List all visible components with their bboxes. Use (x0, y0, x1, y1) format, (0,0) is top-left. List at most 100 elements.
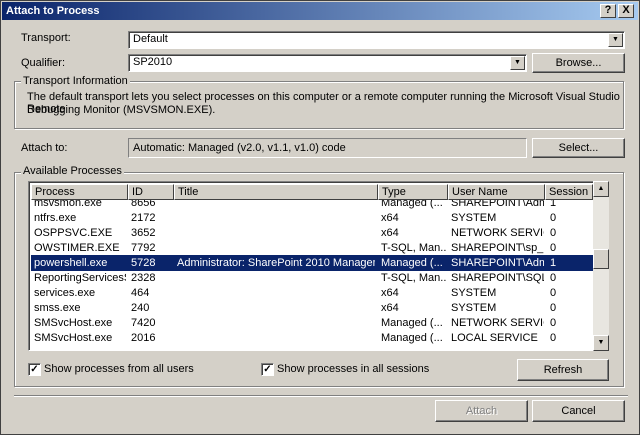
chevron-down-icon[interactable]: ▼ (510, 56, 525, 70)
close-icon[interactable]: X (618, 4, 634, 18)
cell-session: 1 (550, 257, 557, 269)
cell-session: 0 (550, 227, 557, 239)
transport-dropdown[interactable]: Default ▼ (128, 31, 625, 49)
attach-button[interactable]: Attach (435, 400, 528, 422)
cell-title (177, 285, 375, 301)
column-header-type[interactable]: Type (378, 184, 448, 200)
cell-process: powershell.exe (34, 257, 108, 269)
cell-session: 0 (550, 272, 557, 284)
process-row[interactable]: smss.exe 240 x64 SYSTEM 0 (31, 300, 593, 316)
cell-id: 2328 (131, 272, 156, 284)
process-row[interactable]: ntfrs.exe 2172 x64 SYSTEM 0 (31, 210, 593, 226)
cell-process: ReportingServicesS... (34, 272, 126, 284)
show-all-sessions-checkbox[interactable]: ✓ (261, 363, 274, 376)
select-button[interactable]: Select... (532, 138, 625, 158)
cell-user-name: NETWORK SERVICE (451, 317, 544, 329)
help-icon[interactable]: ? (600, 4, 616, 18)
cell-process: OWSTIMER.EXE (34, 242, 120, 254)
cell-session: 0 (550, 302, 557, 314)
cell-id: 5728 (131, 257, 156, 269)
cell-process: SMSvcHost.exe (34, 332, 113, 344)
cell-id: 2172 (131, 212, 156, 224)
show-all-users-label: Show processes from all users (44, 363, 194, 375)
window-title: Attach to Process (6, 5, 100, 17)
process-row[interactable]: OWSTIMER.EXE 7792 T-SQL, Man... SHAREPOINT\… (31, 240, 593, 256)
process-row[interactable]: powershell.exe 5728 Administrator: SharePo… (31, 255, 593, 271)
cell-type: x64 (381, 212, 399, 224)
cell-title (177, 270, 375, 286)
column-header-title[interactable]: Title (174, 184, 378, 200)
process-row[interactable]: ReportingServicesS... 2328 T-SQL, Man... SH… (31, 270, 593, 286)
cancel-button[interactable]: Cancel (532, 400, 625, 422)
attach-to-value: Automatic: Managed (v2.0, v1.1, v1.0) co… (128, 138, 527, 158)
chevron-down-icon[interactable]: ▼ (608, 33, 623, 47)
available-processes-title: Available Processes (21, 165, 124, 177)
process-row[interactable]: OSPPSVC.EXE 3652 x64 NETWORK SERVICE 0 (31, 225, 593, 241)
cell-type: Managed (... (381, 332, 443, 344)
qualifier-value: SP2010 (133, 56, 173, 68)
qualifier-dropdown[interactable]: SP2010 ▼ (128, 54, 527, 72)
browse-button[interactable]: Browse... (532, 53, 625, 73)
refresh-button[interactable]: Refresh (517, 359, 609, 381)
footer-separator (14, 395, 628, 397)
column-header-session[interactable]: Session (545, 184, 593, 200)
transport-value: Default (133, 33, 168, 45)
cell-type: Managed (... (381, 257, 443, 269)
attach-to-process-dialog: Attach to Process ? X Transport: Default… (0, 0, 640, 435)
cell-session: 0 (550, 242, 557, 254)
cell-session: 0 (550, 317, 557, 329)
process-row[interactable]: services.exe 464 x64 SYSTEM 0 (31, 285, 593, 301)
scrollbar-thumb[interactable] (593, 249, 609, 269)
cell-title (177, 225, 375, 241)
transport-info-text-2: Debugging Monitor (MSVSMON.EXE). (27, 104, 216, 116)
cell-user-name: NETWORK SERVICE (451, 227, 544, 239)
scroll-down-icon[interactable]: ▼ (593, 335, 609, 351)
process-list-scrollbar[interactable]: ▲ ▼ (593, 181, 609, 351)
cell-process: ntfrs.exe (34, 212, 77, 224)
cell-id: 7792 (131, 242, 156, 254)
cell-id: 3652 (131, 227, 156, 239)
cell-type: T-SQL, Man... (381, 242, 447, 254)
cell-user-name: SHAREPOINT\Adm... (451, 257, 544, 269)
cell-id: 464 (131, 287, 150, 299)
process-row[interactable]: SMSvcHost.exe 2016 Managed (... LOCAL SERVI… (31, 330, 593, 346)
cell-type: T-SQL, Man... (381, 272, 447, 284)
scroll-up-icon[interactable]: ▲ (593, 181, 609, 197)
cell-title (177, 210, 375, 226)
cell-user-name: LOCAL SERVICE (451, 332, 538, 344)
cell-id: 240 (131, 302, 150, 314)
cell-title (177, 315, 375, 331)
process-list-body: msvsmon.exe 8656 Managed (... SHAREPOINT\Ad… (31, 200, 593, 350)
cell-type: Managed (... (381, 317, 443, 329)
show-all-sessions-label: Show processes in all sessions (277, 363, 430, 375)
cell-session: 0 (550, 212, 557, 224)
process-list[interactable]: Process ID Title Type User Name Session … (28, 181, 608, 351)
transport-label: Transport: (21, 32, 71, 44)
process-row[interactable]: SMSvcHost.exe 7420 Managed (... NETWORK SER… (31, 315, 593, 331)
cell-user-name: SHAREPOINT\SQL... (451, 272, 544, 284)
cell-process: smss.exe (34, 302, 81, 314)
cell-session: 0 (550, 332, 557, 344)
transport-info-title: Transport Information (21, 75, 130, 87)
column-header-user-name[interactable]: User Name (448, 184, 545, 200)
attach-to-label: Attach to: (21, 142, 68, 154)
cell-title: Administrator: SharePoint 2010 Manageme.… (177, 257, 375, 269)
cell-id: 7420 (131, 317, 156, 329)
cell-type: x64 (381, 287, 399, 299)
cell-type: x64 (381, 302, 399, 314)
cell-title (177, 240, 375, 256)
cell-process: services.exe (34, 287, 96, 299)
column-header-process[interactable]: Process (31, 184, 128, 200)
cell-title (177, 330, 375, 346)
show-all-users-checkbox[interactable]: ✓ (28, 363, 41, 376)
cell-user-name: SHAREPOINT\sp_... (451, 242, 544, 254)
cell-process: OSPPSVC.EXE (34, 227, 113, 239)
column-header-id[interactable]: ID (128, 184, 174, 200)
cell-id: 2016 (131, 332, 156, 344)
cell-type: x64 (381, 227, 399, 239)
cell-user-name: SYSTEM (451, 302, 497, 314)
cell-session: 0 (550, 287, 557, 299)
cell-user-name: SYSTEM (451, 287, 497, 299)
cell-user-name: SYSTEM (451, 212, 497, 224)
qualifier-label: Qualifier: (21, 57, 66, 69)
